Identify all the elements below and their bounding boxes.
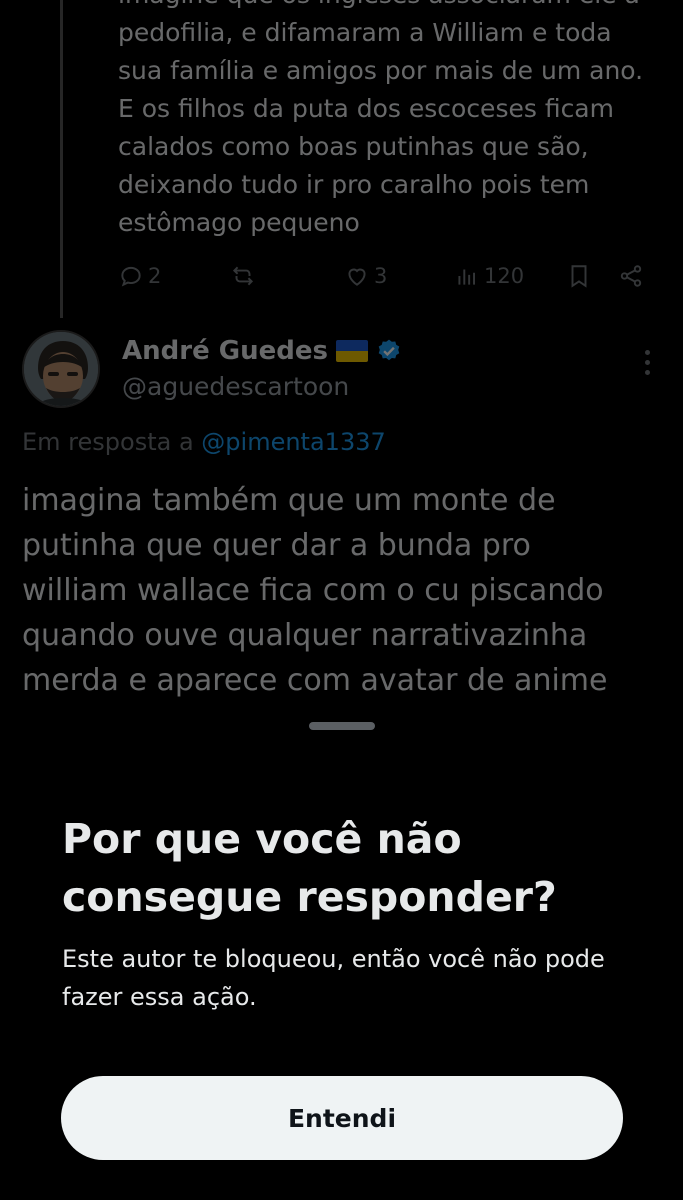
bookmark-icon <box>571 265 587 288</box>
tweet-line: calados como boas putinhas que são, <box>118 132 589 161</box>
bottom-sheet: Por que você não consegue responder? Est… <box>0 712 683 1200</box>
understood-button[interactable]: Entendi <box>61 1076 623 1160</box>
reply-count: 2 <box>148 264 162 288</box>
thread-line <box>60 0 63 318</box>
sheet-description: Este autor te bloqueou, então você não p… <box>62 945 605 1011</box>
like-count: 3 <box>374 264 388 288</box>
author-name-row[interactable]: André Guedes <box>122 336 402 366</box>
tweet-line: imagina também que um monte de <box>22 483 556 518</box>
replying-to: Em resposta a @pimenta1337 <box>22 428 386 456</box>
reply-button[interactable]: 2 <box>118 258 161 294</box>
timeline-background: imagine que os ingleses associaram ele a… <box>0 0 683 720</box>
reply-icon <box>121 266 141 287</box>
tweet-line: imagine que os ingleses associaram ele a <box>118 0 668 14</box>
reply-tweet-text: imagina também que um monte de putinha q… <box>22 478 662 703</box>
tweet-line: william wallace fica com o cu piscando <box>22 573 604 608</box>
sheet-title: Por que você não consegue responder? <box>62 815 557 921</box>
like-button[interactable]: 3 <box>344 258 387 294</box>
tweet-line: quando ouve qualquer narrativazinha <box>22 618 588 653</box>
tweet-line: pedofilia, e difamaram a William e toda <box>118 18 612 47</box>
tweet-line: sua família e amigos por mais de um ano. <box>118 56 644 85</box>
tweet-line: merda e aparece com avatar de anime <box>22 663 608 698</box>
repost-icon <box>232 266 254 286</box>
replying-to-link[interactable]: @pimenta1337 <box>201 428 385 456</box>
author-name[interactable]: André Guedes <box>122 336 328 366</box>
views-icon <box>458 269 476 285</box>
tweet-line: E os filhos da puta dos escoceses ficam <box>118 94 614 123</box>
share-icon <box>620 265 642 287</box>
sheet-grabber[interactable] <box>309 722 375 730</box>
more-icon[interactable] <box>645 350 650 375</box>
ukraine-flag-icon <box>335 340 368 362</box>
tweet-actions: 2 3 120 <box>118 258 658 294</box>
bookmark-button[interactable] <box>566 258 592 294</box>
views-count: 120 <box>484 264 525 288</box>
author-handle[interactable]: @aguedescartoon <box>122 372 349 401</box>
reply-tweet-header: André Guedes @aguedescartoon <box>22 330 662 410</box>
tweet-line: putinha que quer dar a bunda pro <box>22 528 531 563</box>
avatar-cartoon-icon <box>24 332 98 406</box>
verified-icon <box>378 339 400 361</box>
previous-tweet-text: imagine que os ingleses associaram ele a… <box>118 0 668 242</box>
tweet-line: estômago pequeno <box>118 208 360 237</box>
views-button[interactable]: 120 <box>454 258 524 294</box>
avatar[interactable] <box>22 330 100 408</box>
replying-prefix: Em resposta a <box>22 428 194 456</box>
repost-button[interactable] <box>230 258 260 294</box>
like-icon <box>348 268 366 286</box>
share-button[interactable] <box>618 258 644 294</box>
tweet-line: deixando tudo ir pro caralho pois tem <box>118 170 590 199</box>
